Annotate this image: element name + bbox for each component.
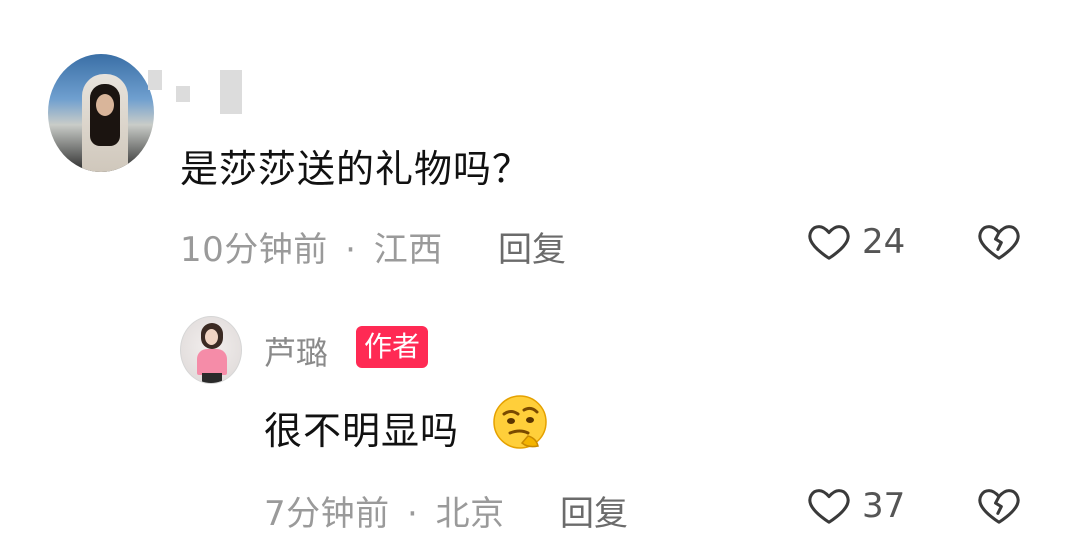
thinking-emoji-icon (488, 390, 554, 456)
heart-outline-icon (808, 489, 850, 524)
like-button[interactable] (806, 482, 852, 528)
comment-time: 10分钟前 (180, 230, 328, 270)
broken-heart-icon (978, 489, 1020, 524)
broken-heart-icon (978, 225, 1020, 260)
reply-text: 很不明显吗 (264, 400, 459, 455)
like-button[interactable] (806, 218, 852, 264)
dislike-button[interactable] (976, 218, 1022, 264)
reply-time: 7分钟前 (264, 494, 390, 534)
reply-location: 北京 (435, 494, 505, 534)
reply-button[interactable]: 回复 (498, 222, 566, 271)
author-name[interactable]: 芦璐 (264, 328, 328, 374)
like-count: 37 (862, 486, 906, 526)
dislike-button[interactable] (976, 482, 1022, 528)
meta-separator: · (345, 230, 357, 270)
reply-button[interactable]: 回复 (560, 486, 628, 535)
comment-meta: 10分钟前 · 江西 (180, 222, 443, 271)
reply-text-content: 很不明显吗 (264, 409, 460, 453)
like-count: 24 (862, 222, 906, 262)
comment-location: 江西 (373, 230, 443, 270)
meta-separator: · (406, 494, 419, 534)
reply-meta: 7分钟前 · 北京 (264, 486, 505, 535)
heart-outline-icon (808, 225, 850, 260)
commenter-avatar[interactable] (48, 54, 154, 172)
author-avatar[interactable] (180, 316, 242, 384)
comment-text: 是莎莎送的礼物吗？ (180, 147, 532, 191)
author-badge: 作者 (356, 326, 429, 368)
